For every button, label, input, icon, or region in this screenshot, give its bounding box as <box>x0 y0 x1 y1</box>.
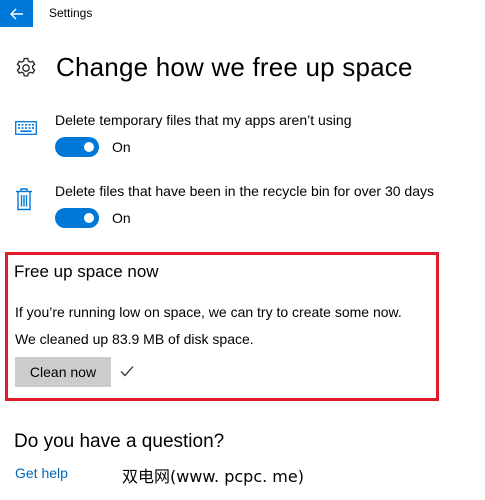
setting-recycle-bin: Delete files that have been in the recyc… <box>15 183 475 233</box>
title-bar: Settings <box>0 0 485 27</box>
setting-label: Delete files that have been in the recyc… <box>55 183 434 199</box>
back-arrow-icon <box>9 8 23 19</box>
page-header: Change how we free up space <box>14 52 413 83</box>
toggle-knob <box>84 213 94 223</box>
get-help-link[interactable]: Get help <box>15 465 68 481</box>
toggle-row: On <box>55 137 131 157</box>
watermark: 双电网(www. pcpc. me) <box>122 467 304 486</box>
free-up-title: Free up space now <box>14 262 159 281</box>
keyboard-icon <box>15 121 37 135</box>
setting-temp-files: Delete temporary files that my apps aren… <box>15 112 475 162</box>
app-title: Settings <box>49 6 93 20</box>
toggle-row: On <box>55 208 131 228</box>
toggle-state: On <box>112 210 131 226</box>
setting-label: Delete temporary files that my apps aren… <box>55 112 352 128</box>
toggle-state: On <box>112 139 131 155</box>
recycle-bin-toggle[interactable] <box>55 208 99 228</box>
temp-files-toggle[interactable] <box>55 137 99 157</box>
free-up-result: We cleaned up 83.9 MB of disk space. <box>15 331 254 347</box>
back-button[interactable] <box>0 0 33 27</box>
page-title: Change how we free up space <box>56 52 413 82</box>
check-icon <box>120 366 134 377</box>
gear-icon <box>16 57 36 77</box>
clean-now-button[interactable]: Clean now <box>15 357 111 387</box>
trash-icon <box>16 188 32 211</box>
question-title: Do you have a question? <box>14 431 225 452</box>
free-up-description: If you’re running low on space, we can t… <box>15 304 402 320</box>
toggle-knob <box>84 142 94 152</box>
